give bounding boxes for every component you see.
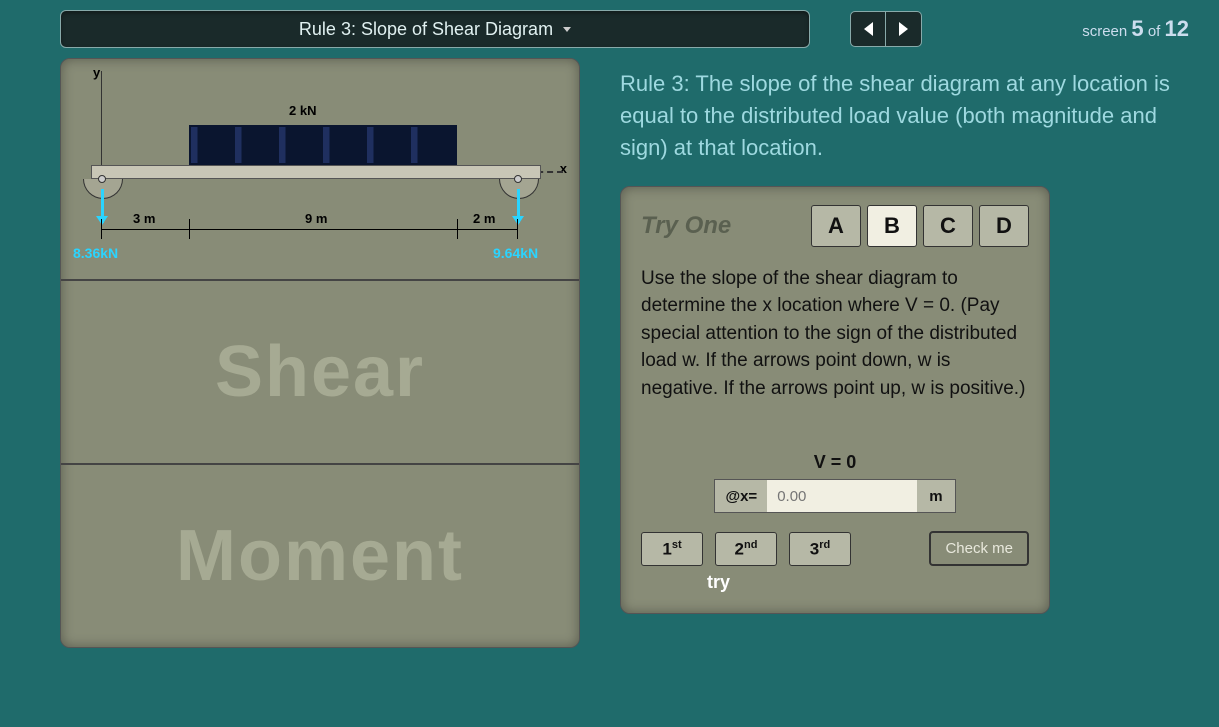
dim-3: 2 m [473, 211, 495, 226]
load-magnitude: 2 kN [289, 103, 316, 118]
try-one-panel: Try One A B C D Use the slope of the she… [620, 186, 1050, 615]
tab-b[interactable]: B [867, 205, 917, 247]
x-value-input[interactable] [767, 480, 917, 512]
beam [91, 165, 541, 179]
dim-1: 3 m [133, 211, 155, 226]
y-axis-label: y [93, 65, 100, 80]
try-3-button[interactable]: 3rd [789, 532, 851, 567]
try-1-button[interactable]: 1st [641, 532, 703, 567]
caret-down-icon [563, 27, 571, 32]
rule-dropdown-label: Rule 3: Slope of Shear Diagram [299, 19, 553, 40]
next-button[interactable] [886, 11, 922, 47]
pin-left [98, 175, 106, 183]
shear-watermark: Shear [61, 331, 579, 413]
v-zero-label: V = 0 [641, 452, 1029, 473]
tab-d[interactable]: D [979, 205, 1029, 247]
question-prompt: Use the slope of the shear diagram to de… [641, 265, 1029, 403]
try-2-button[interactable]: 2nd [715, 532, 777, 567]
shear-plot-area: Shear [61, 279, 579, 463]
moment-watermark: Moment [61, 515, 579, 597]
arrow-right-icon [899, 22, 908, 36]
rule-description: Rule 3: The slope of the shear diagram a… [620, 68, 1180, 164]
diagram-panel: y x 2 kN 8.36kN 9.64kN 3 [60, 58, 580, 648]
reaction-left-value: 8.36kN [73, 245, 118, 261]
reaction-right-value: 9.64kN [493, 245, 538, 261]
dim-2: 9 m [305, 211, 327, 226]
screen-total: 12 [1165, 16, 1189, 41]
reaction-arrow-right [517, 189, 520, 223]
try-label: try [707, 572, 1029, 593]
prev-button[interactable] [850, 11, 886, 47]
tab-a[interactable]: A [811, 205, 861, 247]
try-one-title: Try One [641, 212, 731, 240]
unit-label: m [917, 480, 954, 512]
screen-prefix: screen [1082, 23, 1127, 40]
x-axis-label: x [560, 161, 567, 176]
screen-current: 5 [1131, 16, 1143, 41]
screen-counter: screen 5 of 12 [1082, 16, 1189, 42]
tab-c[interactable]: C [923, 205, 973, 247]
dim-tick [517, 219, 518, 239]
check-me-button[interactable]: Check me [929, 531, 1029, 566]
dim-line [101, 229, 517, 230]
reaction-arrow-left [101, 189, 104, 223]
pin-right [514, 175, 522, 183]
screen-of: of [1148, 23, 1161, 40]
rule-dropdown[interactable]: Rule 3: Slope of Shear Diagram [60, 10, 810, 48]
arrow-left-icon [864, 22, 873, 36]
beam-diagram: y x 2 kN 8.36kN 9.64kN 3 [61, 59, 579, 279]
at-x-label: @x= [715, 480, 767, 512]
x-input-group: @x= m [714, 479, 955, 513]
distributed-load [189, 125, 457, 165]
moment-plot-area: Moment [61, 463, 579, 647]
